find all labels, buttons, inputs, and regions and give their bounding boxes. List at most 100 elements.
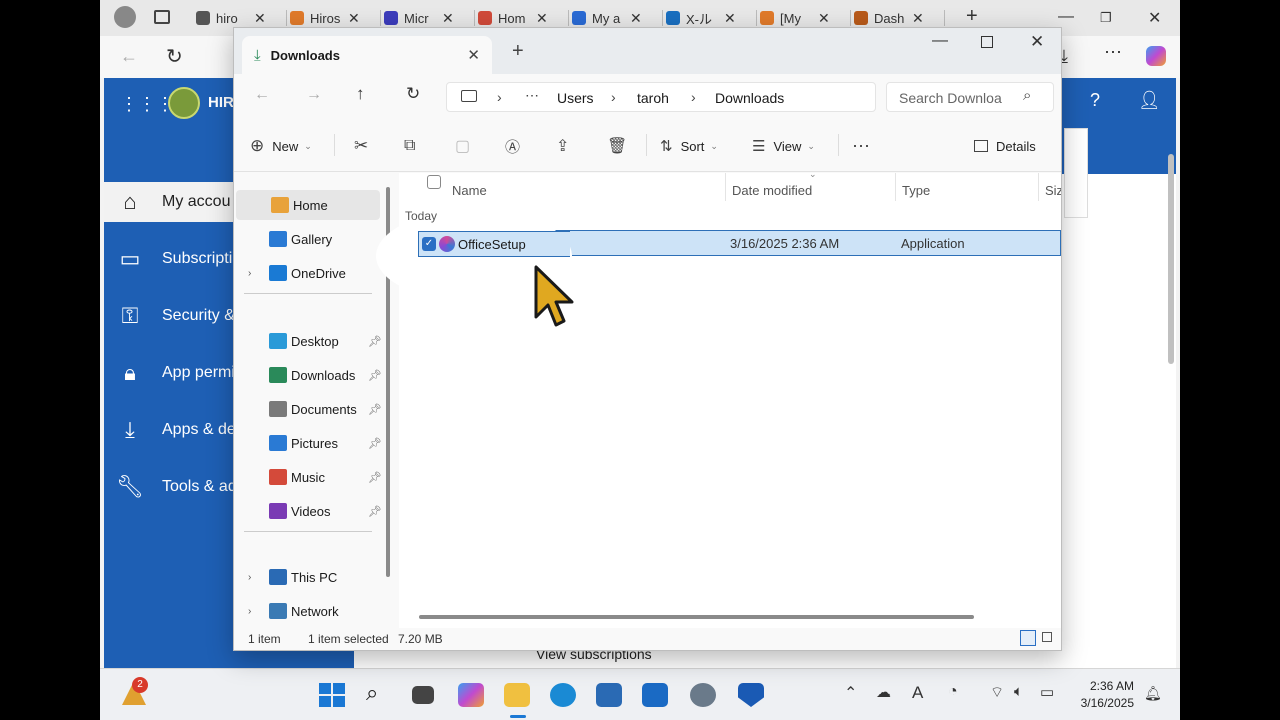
back-icon[interactable]: ← [254,86,270,104]
battery-icon[interactable]: ▭ [1040,683,1054,701]
back-icon[interactable]: ← [120,46,138,67]
refresh-icon[interactable]: ↻ [406,84,420,104]
cut-icon[interactable]: ✂ [354,134,368,158]
pin-icon[interactable]: 📌︎ [368,471,382,484]
highlighted-row[interactable]: ✓ OfficeSetup [418,231,570,257]
paste-icon[interactable]: ▢ [455,134,470,158]
web-scrollbar[interactable] [1168,154,1174,364]
profile-icon[interactable] [114,6,136,28]
pin-icon[interactable]: 📌︎ [368,369,382,382]
column-divider[interactable] [1038,173,1039,201]
row-checkbox[interactable]: ✓ [422,237,436,251]
outlook-icon[interactable] [642,683,668,707]
close-tab-icon[interactable]: ✕ [630,10,642,27]
onedrive-tray-icon[interactable]: ☁ [876,683,891,701]
maximize-icon[interactable] [981,36,993,48]
up-icon[interactable]: ↑ [356,84,365,104]
chevron-right-icon[interactable]: › [248,572,251,583]
copilot-icon[interactable] [1146,46,1166,66]
close-tab-icon[interactable]: ✕ [818,10,830,27]
view-button[interactable]: ☰ View ⌄ [752,134,815,158]
clock-tray-icon[interactable]: ◔ [948,683,958,701]
sidebar-item[interactable]: Documents 📌︎ [234,394,384,424]
close-tab-icon[interactable]: ✕ [442,10,454,27]
close-window-icon[interactable]: ✕ [1030,32,1044,52]
chevron-right-icon[interactable]: › [248,268,251,279]
forward-icon[interactable]: → [306,86,322,104]
pin-icon[interactable]: 📌︎ [368,335,382,348]
close-tab-icon[interactable]: ✕ [254,10,266,27]
notification-bell-icon[interactable]: 🔔︎ [1144,685,1162,702]
restore-icon[interactable]: ❐ [1100,10,1112,26]
ime-icon[interactable]: A [912,683,923,703]
column-size[interactable]: Siz [1045,183,1061,203]
clock-time[interactable]: 2:36 AM [1082,679,1134,693]
pin-icon[interactable]: 📌︎ [368,437,382,450]
settings-icon[interactable] [690,683,716,707]
new-tab-icon[interactable]: + [512,40,524,63]
search-input[interactable]: Search Downloa [899,90,1002,106]
file-explorer-taskbar-icon[interactable] [504,683,530,707]
breadcrumb-taroh[interactable]: taroh [637,90,669,106]
explorer-tab[interactable]: ⤓ Downloads ✕ [242,36,492,74]
share-icon[interactable]: ⇪ [556,134,569,158]
search-icon[interactable]: ⌕ [366,680,392,705]
minimize-icon[interactable]: — [932,32,948,50]
search-box[interactable]: Search Downloa ⌕ [886,82,1054,112]
chevron-right-icon[interactable]: › [248,606,251,617]
close-browser-icon[interactable]: ✕ [1148,8,1161,28]
sidebar-item[interactable]: Pictures 📌︎ [234,428,384,458]
sidebar-item[interactable]: › Network [234,596,384,626]
copy-icon[interactable]: ⧉ [404,134,415,158]
account-icon[interactable]: 👤︎ [1138,90,1161,111]
new-button[interactable]: ⊕ New ⌄ [250,134,312,158]
clock-date[interactable]: 3/16/2025 [1072,696,1134,710]
start-icon[interactable] [319,683,345,707]
close-tab-icon[interactable]: ✕ [912,10,924,27]
edge-icon[interactable] [550,683,576,707]
volume-icon[interactable]: 🔈︎ [1014,683,1023,700]
see-more-icon[interactable]: ⋯ [852,134,870,158]
pin-icon[interactable]: 📌︎ [368,403,382,416]
sidebar-item[interactable]: › OneDrive [234,258,384,288]
task-view-icon[interactable] [412,686,434,704]
sidebar-item[interactable]: Gallery [234,224,384,254]
sidebar-item[interactable]: Videos 📌︎ [234,496,384,526]
sidebar-item[interactable]: Music 📌︎ [234,462,384,492]
column-divider[interactable] [895,173,896,201]
sidebar-item[interactable]: Desktop 📌︎ [234,326,384,356]
close-tab-icon[interactable]: ✕ [536,10,548,27]
copilot-taskbar-icon[interactable] [458,683,484,707]
column-name[interactable]: Name [452,183,487,203]
wifi-icon[interactable]: ⌔ [990,683,1004,702]
delete-icon[interactable]: 🗑︎ [607,134,627,158]
defender-icon[interactable] [738,683,764,707]
sidebar-item[interactable]: Home [236,190,380,220]
sidebar-item[interactable]: Downloads 📌︎ [234,360,384,390]
details-button[interactable]: Details [974,134,1036,158]
pin-icon[interactable]: 📌︎ [368,505,382,518]
column-divider[interactable] [725,173,726,201]
close-tab-icon[interactable]: ✕ [467,46,480,64]
tiles-view-icon[interactable] [1042,632,1052,642]
new-tab-icon[interactable]: + [966,5,978,28]
horizontal-scrollbar[interactable] [419,615,974,619]
tray-overflow-icon[interactable]: ⌃ [844,683,857,703]
address-box[interactable]: › ⋯ Users › taroh › Downloads [446,82,876,112]
store-icon[interactable] [596,683,622,707]
column-date-modified[interactable]: Date modified [732,183,812,203]
breadcrumb-downloads[interactable]: Downloads [715,90,784,106]
sidebar-item[interactable]: › This PC [234,562,384,592]
help-icon[interactable]: ? [1090,90,1100,111]
more-path-icon[interactable]: ⋯ [525,87,539,104]
app-launcher-icon[interactable]: ⋮⋮⋮ [120,94,174,115]
refresh-icon[interactable]: ↻ [166,44,183,69]
more-icon[interactable]: ⋯ [1104,42,1122,63]
details-view-icon[interactable] [1020,630,1036,646]
select-all-checkbox[interactable] [427,175,441,189]
rename-icon[interactable]: Ⓐ [505,134,520,158]
close-tab-icon[interactable]: ✕ [348,10,360,27]
column-type[interactable]: Type [902,183,930,203]
breadcrumb-users[interactable]: Users [557,90,594,106]
close-tab-icon[interactable]: ✕ [724,10,736,27]
